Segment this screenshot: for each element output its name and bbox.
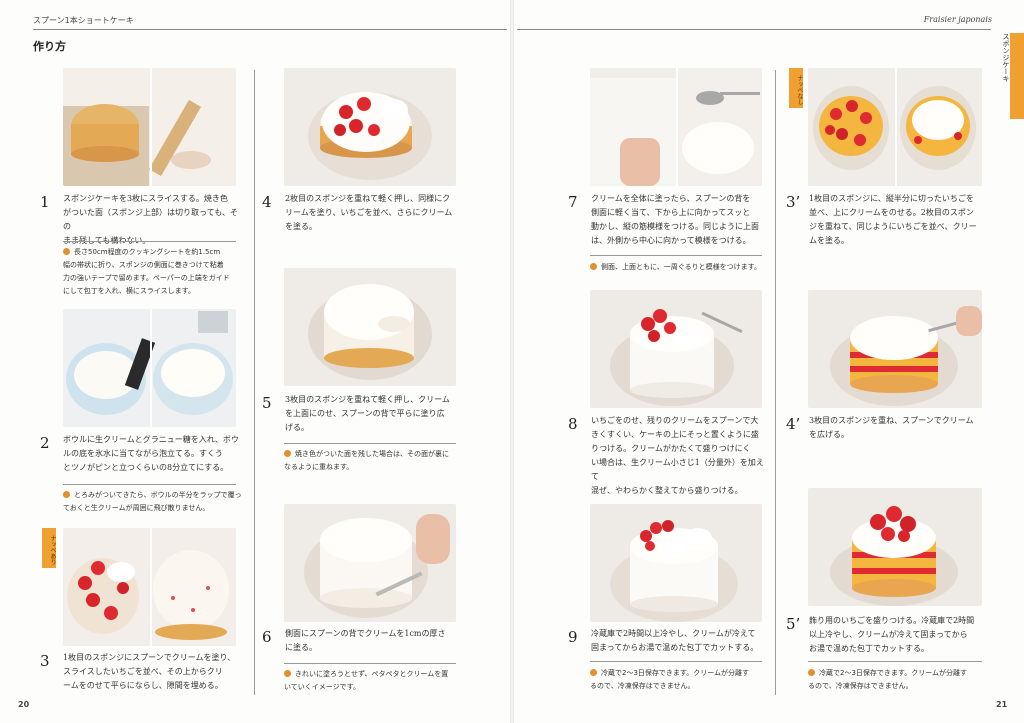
photo-step-1 [63, 68, 236, 186]
photo-step-5-alt [808, 488, 982, 606]
step-text: ボウルに生クリームとグラニュー糖を入れ、ボウ ルの底を氷水に当てながら泡立てる。す… [63, 435, 239, 472]
tip-note: 長さ50cm程度のクッキングシートを約1.5cm 幅の帯状に折り、スポンジの側面に… [63, 248, 230, 295]
step-text: いちごをのせ、残りのクリームをスプーンで大 きくすくい、ケーキの上にそっと置くよう… [591, 416, 764, 495]
tip-rule [284, 443, 456, 444]
page-gutter [510, 0, 514, 723]
bullet-dot-icon [590, 669, 597, 676]
variant-badge: ナッペなし [789, 68, 803, 108]
tip-rule [808, 661, 982, 662]
tip-note: きれいに塗ろうとせず、ペタペタとクリームを置 いていくイメージです。 [284, 670, 449, 691]
step-number: 1 [40, 193, 50, 211]
section-title: 作り方 [33, 40, 66, 53]
step-text: 冷蔵庫で2時間以上冷やし、クリームが冷えて 固まってからお湯で温めた包丁でカットす… [591, 629, 759, 652]
step-text: スポンジケーキを3枚にスライスする。焼き色 がついた面（スポンジ上部）は切り取って… [63, 194, 238, 245]
tip-rule [284, 663, 456, 664]
photo-step-9 [590, 504, 762, 622]
column-divider [254, 70, 255, 695]
photo-step-5 [284, 268, 456, 386]
page-number-left: 20 [18, 700, 30, 709]
step-number: 7 [568, 193, 578, 211]
tip-note: 冷蔵で2〜3日保存できます。クリームが分離す るので、冷凍保存はできません。 [590, 669, 749, 690]
book-title: スプーン1本ショートケーキ [33, 16, 134, 25]
variant-badge: ナッペあり [42, 528, 56, 568]
bullet-dot-icon [284, 450, 291, 457]
step-number: 5’ [786, 615, 801, 633]
page-number-right: 21 [996, 700, 1008, 709]
book-spread: スプーン1本ショートケーキ Fraisier japonais 作り方 スポンジ… [0, 0, 1024, 723]
header-rule-left [33, 29, 507, 30]
bullet-dot-icon [590, 263, 597, 270]
tip-rule [63, 241, 236, 242]
step-number: 4 [262, 193, 272, 211]
bullet-dot-icon [63, 491, 70, 498]
step-text: 飾り用のいちごを盛りつける。冷蔵庫で2時間 以上冷やし、クリームが冷えて固まってか… [809, 616, 975, 653]
step-number: 5 [262, 394, 272, 412]
bullet-dot-icon [808, 669, 815, 676]
step-number: 2 [40, 434, 50, 452]
tip-note: とろみがついてきたら、ボウルの半分をラップで覆っ ておくと生クリームが周囲に飛び散… [63, 491, 242, 512]
step-number: 3 [40, 652, 50, 670]
header-rule-right [517, 29, 991, 30]
step-number: 3’ [786, 193, 801, 211]
chapter-tab-label: スポンジケーキ [1002, 33, 1010, 82]
step-text: 3枚目のスポンジを重ね、スプーンでクリーム を広げる。 [809, 416, 974, 439]
step-text: 1枚目のスポンジに、縦半分に切ったいちごを 並べ、上にクリームをのせる。2枚目のス… [809, 194, 977, 245]
tip-rule [63, 484, 236, 485]
bullet-dot-icon [63, 248, 70, 255]
step-text: 1枚目のスポンジにスプーンでクリームを塗り、 スライスしたいちごを並べ、その上から… [63, 653, 236, 690]
photo-step-7 [590, 68, 762, 186]
step-number: 6 [262, 628, 272, 646]
tip-note: 焼き色がついた面を残した場合は、その面が裏に なるように重ねます。 [284, 450, 449, 471]
tip-note: 側面、上面ともに、一周ぐるりと模様をつけます。 [590, 261, 772, 274]
tip-rule [590, 255, 762, 256]
photo-step-4-alt [808, 290, 982, 408]
step-text: 3枚目のスポンジを重ねて軽く押し、クリーム を上面にのせ、スプーンの背で平らに塗り… [285, 395, 450, 432]
bullet-dot-icon [284, 670, 291, 677]
tip-note: 冷蔵で2〜3日保存できます。クリームが分離す るので、冷凍保存はできません。 [808, 669, 967, 690]
photo-step-2 [63, 309, 236, 427]
step-text: 2枚目のスポンジを重ねて軽く押し、同様にク リームを塗り、いちごを並べ、さらにクリ… [285, 194, 453, 231]
step-number: 8 [568, 415, 578, 433]
photo-step-4 [284, 68, 456, 186]
column-divider [775, 70, 776, 695]
photo-step-3-alt [808, 68, 982, 186]
recipe-title: Fraisier japonais [923, 15, 992, 24]
step-text: クリームを全体に塗ったら、スプーンの背を 側面に軽く当て、下から上に向かってスッと… [591, 194, 759, 245]
photo-step-8 [590, 290, 762, 408]
step-text: 側面にスプーンの背でクリームを1cmの厚さ に塗る。 [285, 629, 446, 652]
photo-step-3 [63, 528, 236, 646]
step-number: 9 [568, 628, 578, 646]
step-number: 4’ [786, 415, 801, 433]
tip-rule [590, 661, 762, 662]
chapter-tab [1010, 33, 1024, 119]
photo-step-6 [284, 504, 456, 622]
